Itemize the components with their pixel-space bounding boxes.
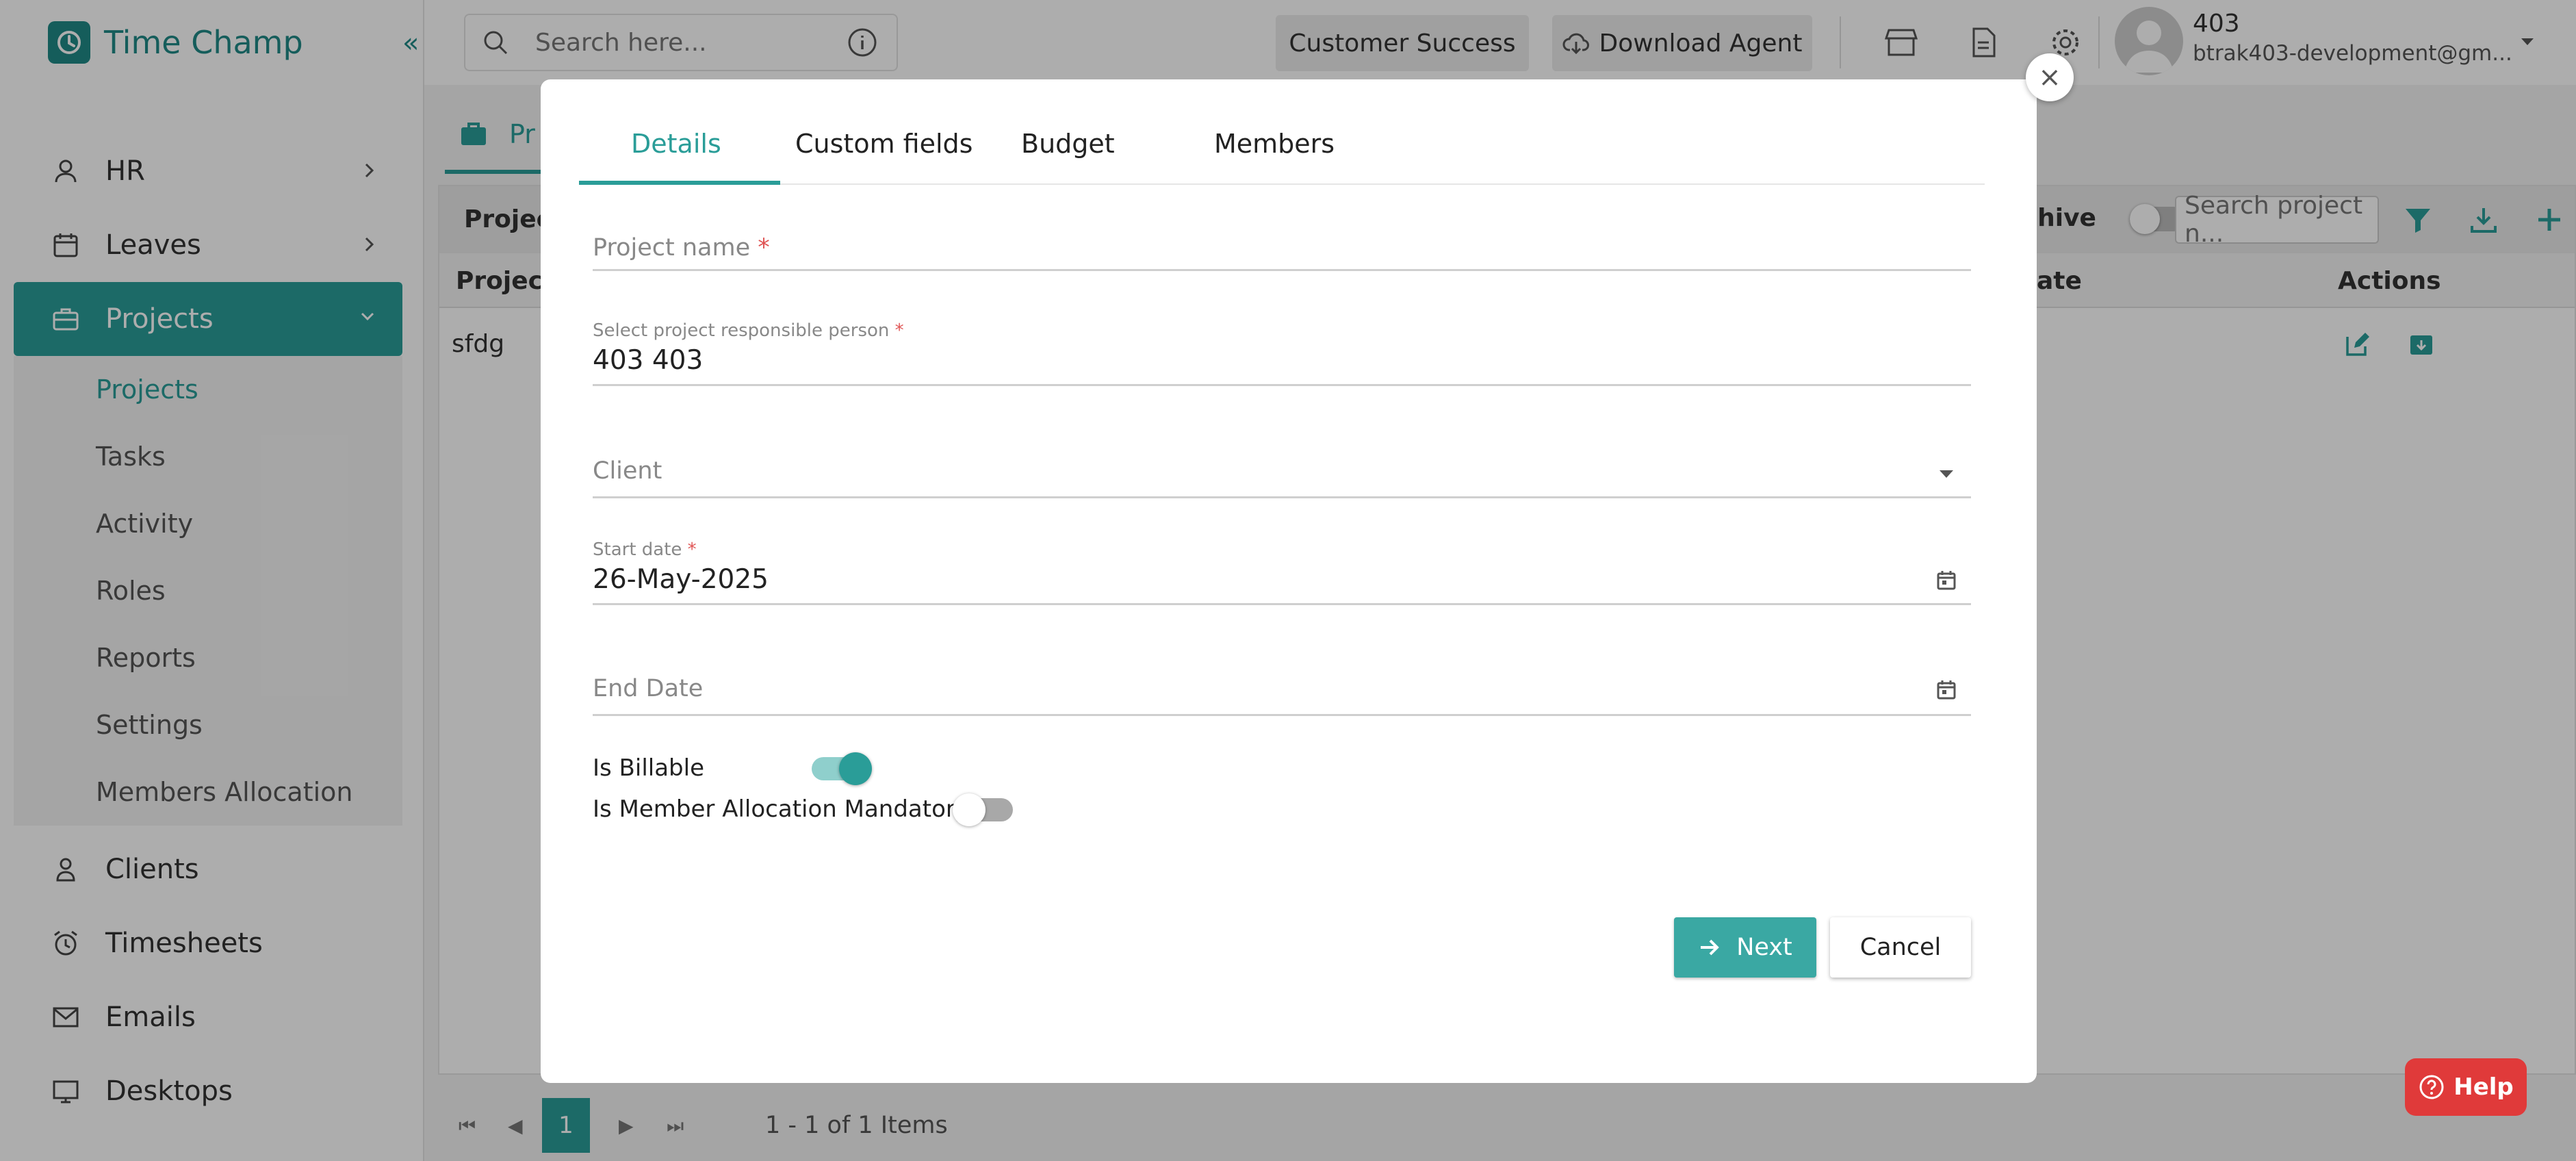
next-label: Next — [1736, 934, 1792, 961]
start-date-label: Start date * — [593, 539, 697, 560]
dropdown-arrow-icon[interactable] — [1934, 461, 1959, 486]
member-allocation-label: Is Member Allocation Mandatory — [593, 795, 969, 823]
start-date-value: 26-May-2025 — [593, 564, 769, 595]
start-date-field[interactable]: Start date * 26-May-2025 — [593, 534, 1971, 605]
help-button[interactable]: Help — [2405, 1058, 2527, 1116]
client-select[interactable]: Client — [593, 446, 1971, 498]
tab-custom-fields[interactable]: Custom fields — [795, 129, 973, 159]
member-allocation-toggle[interactable] — [955, 798, 1013, 821]
arrow-right-icon — [1698, 936, 1721, 959]
help-circle-icon — [2418, 1073, 2445, 1101]
tab-details[interactable]: Details — [631, 129, 721, 159]
dialog-tabs: Details Custom fields Budget Members — [579, 116, 1985, 185]
next-button[interactable]: Next — [1674, 917, 1816, 978]
end-date-label: End Date — [593, 675, 703, 702]
project-name-field[interactable]: Project name * — [593, 225, 1971, 271]
tab-members[interactable]: Members — [1214, 129, 1335, 159]
active-tab-indicator — [579, 181, 780, 185]
tab-budget[interactable]: Budget — [1021, 129, 1115, 159]
is-billable-toggle[interactable] — [812, 757, 869, 780]
responsible-person-field[interactable]: Select project responsible person * 403 … — [593, 315, 1971, 386]
end-date-field[interactable]: End Date — [593, 664, 1971, 716]
calendar-icon[interactable] — [1934, 678, 1959, 702]
project-name-label: Project name * — [593, 234, 770, 261]
is-billable-label: Is Billable — [593, 754, 704, 782]
calendar-icon[interactable] — [1934, 568, 1959, 593]
responsible-person-value: 403 403 — [593, 345, 703, 376]
cancel-button[interactable]: Cancel — [1830, 917, 1971, 978]
client-label: Client — [593, 457, 662, 485]
help-label: Help — [2453, 1073, 2514, 1101]
close-icon[interactable]: × — [2026, 53, 2074, 101]
create-project-dialog: Details Custom fields Budget Members Pro… — [541, 79, 2037, 1083]
responsible-person-label: Select project responsible person * — [593, 320, 904, 341]
